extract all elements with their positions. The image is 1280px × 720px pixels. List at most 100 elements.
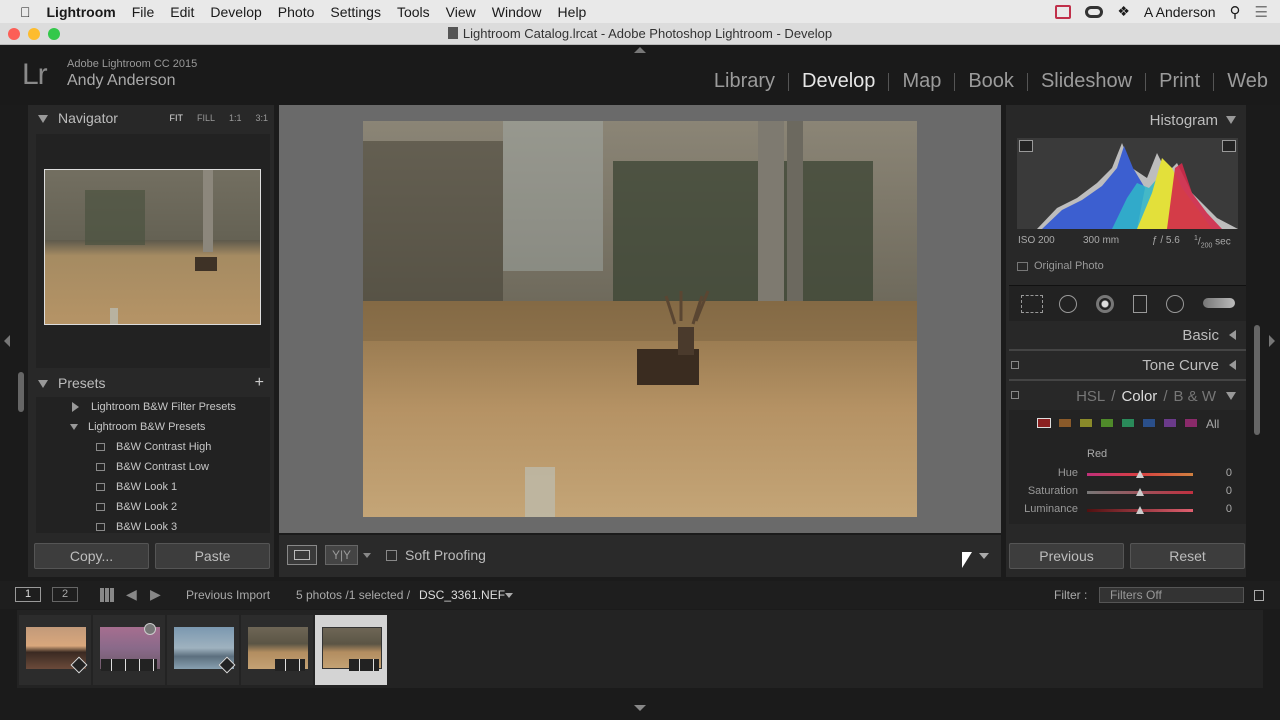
main-window-button[interactable]: 1 — [15, 587, 41, 602]
menu-edit[interactable]: Edit — [170, 4, 194, 20]
menu-app[interactable]: Lightroom — [47, 4, 116, 20]
filename-dropdown-icon[interactable] — [505, 593, 513, 598]
notification-list-icon[interactable]: ☰ — [1255, 3, 1268, 21]
secondary-window-button[interactable]: 2 — [52, 587, 78, 602]
navigator-preview[interactable] — [44, 169, 261, 325]
grid-view-icon[interactable] — [100, 588, 114, 602]
all-colors-button[interactable]: All — [1206, 417, 1219, 431]
reset-button[interactable]: Reset — [1130, 543, 1245, 569]
menu-tools[interactable]: Tools — [397, 4, 430, 20]
calendar-icon[interactable] — [1055, 4, 1072, 19]
module-develop[interactable]: Develop — [789, 70, 888, 93]
dropbox-icon[interactable]: ❖ — [1117, 3, 1130, 20]
source-label[interactable]: Previous Import — [186, 588, 270, 602]
loupe-view-icon[interactable] — [287, 545, 317, 565]
preset-item[interactable]: B&W Look 3 — [36, 517, 270, 533]
user-menu[interactable]: A Anderson — [1144, 4, 1216, 20]
spotlight-search-icon[interactable]: ⚲ — [1230, 3, 1241, 21]
menu-view[interactable]: View — [446, 4, 476, 20]
graduated-filter-icon[interactable] — [1133, 295, 1147, 313]
left-panel-toggle-icon[interactable] — [4, 335, 10, 347]
adjustment-brush-icon[interactable] — [1203, 298, 1235, 308]
module-slideshow[interactable]: Slideshow — [1028, 70, 1145, 93]
filmstrip-thumbnail[interactable] — [167, 615, 239, 685]
original-photo-checkbox[interactable] — [1017, 262, 1028, 271]
preset-item[interactable]: B&W Contrast Low — [36, 457, 270, 477]
module-map[interactable]: Map — [889, 70, 954, 93]
highlight-clipping-icon[interactable] — [1222, 140, 1236, 152]
apple-icon[interactable]:  — [20, 4, 31, 20]
saturation-value[interactable]: 0 — [1226, 485, 1232, 497]
zoom-fill[interactable]: FILL — [197, 113, 215, 123]
color-swatch[interactable] — [1184, 418, 1198, 428]
filter-lock-icon[interactable] — [1254, 590, 1264, 601]
preset-item[interactable]: B&W Look 2 — [36, 497, 270, 517]
left-scrollbar[interactable] — [18, 372, 24, 412]
menu-window[interactable]: Window — [492, 4, 542, 20]
color-swatch[interactable] — [1163, 418, 1177, 428]
copy-button[interactable]: Copy... — [34, 543, 149, 569]
back-arrow-icon[interactable]: ◀ — [126, 586, 137, 603]
hue-slider-thumb[interactable] — [1136, 470, 1144, 478]
crop-tool-icon[interactable] — [1021, 295, 1043, 313]
top-panel-toggle-icon[interactable] — [634, 47, 646, 53]
tab-bw[interactable]: B & W — [1173, 388, 1216, 405]
color-swatch[interactable] — [1121, 418, 1135, 428]
filmstrip-thumbnail[interactable] — [19, 615, 91, 685]
luminance-slider-thumb[interactable] — [1136, 506, 1144, 514]
toolbar-options-icon[interactable] — [979, 553, 989, 559]
menu-file[interactable]: File — [132, 4, 155, 20]
right-scrollbar[interactable] — [1254, 325, 1260, 435]
filmstrip-thumbnail-selected[interactable] — [315, 615, 387, 685]
soft-proofing-checkbox[interactable] — [386, 550, 397, 561]
panel-switch-icon[interactable] — [1011, 391, 1019, 399]
close-button[interactable] — [8, 28, 20, 40]
menu-settings[interactable]: Settings — [330, 4, 381, 20]
panel-switch-icon[interactable] — [1011, 361, 1019, 369]
presets-header[interactable]: Presets + — [28, 370, 274, 396]
selected-filename[interactable]: DSC_3361.NEF — [419, 588, 505, 602]
radial-filter-icon[interactable] — [1166, 295, 1184, 313]
saturation-slider-thumb[interactable] — [1136, 488, 1144, 496]
module-web[interactable]: Web — [1214, 70, 1268, 93]
histogram-header[interactable]: Histogram — [1006, 105, 1246, 135]
shadow-clipping-icon[interactable] — [1019, 140, 1033, 152]
paste-button[interactable]: Paste — [155, 543, 270, 569]
forward-arrow-icon[interactable]: ▶ — [150, 586, 161, 603]
zoom-1-1[interactable]: 1:1 — [229, 113, 242, 123]
menu-help[interactable]: Help — [558, 4, 587, 20]
zoom-button[interactable] — [48, 28, 60, 40]
preset-item[interactable]: B&W Look 1 — [36, 477, 270, 497]
luminance-value[interactable]: 0 — [1226, 503, 1232, 515]
filmstrip-thumbnail[interactable] — [241, 615, 313, 685]
preset-folder[interactable]: Lightroom B&W Presets — [36, 417, 270, 437]
histogram-graph[interactable] — [1017, 138, 1238, 229]
creative-cloud-icon[interactable] — [1085, 5, 1104, 18]
color-swatch[interactable] — [1079, 418, 1093, 428]
color-swatch[interactable] — [1058, 418, 1072, 428]
tab-hsl[interactable]: HSL — [1076, 388, 1105, 405]
before-after-button[interactable]: Y|Y — [325, 545, 358, 565]
zoom-3-1[interactable]: 3:1 — [255, 113, 268, 123]
hsl-panel-header[interactable]: HSL / Color / B & W — [1009, 381, 1246, 411]
spot-removal-tool-icon[interactable] — [1059, 295, 1077, 313]
module-print[interactable]: Print — [1146, 70, 1213, 93]
navigator-header[interactable]: Navigator FIT FILL 1:1 3:1 — [28, 105, 274, 131]
main-photo[interactable] — [363, 121, 917, 517]
tone-curve-panel-header[interactable]: Tone Curve — [1009, 351, 1246, 381]
filmstrip-thumbnail[interactable] — [93, 615, 165, 685]
red-eye-tool-icon[interactable] — [1096, 295, 1114, 313]
basic-panel-header[interactable]: Basic — [1009, 321, 1246, 351]
zoom-fit[interactable]: FIT — [169, 113, 183, 123]
color-swatch[interactable] — [1100, 418, 1114, 428]
color-swatch[interactable] — [1142, 418, 1156, 428]
tab-color[interactable]: Color — [1121, 388, 1157, 405]
bottom-panel-toggle-icon[interactable] — [634, 705, 646, 711]
right-panel-toggle-icon[interactable] — [1269, 335, 1275, 347]
minimize-button[interactable] — [28, 28, 40, 40]
menu-photo[interactable]: Photo — [278, 4, 315, 20]
color-swatch[interactable] — [1037, 418, 1051, 428]
add-preset-icon[interactable]: + — [255, 374, 264, 392]
hue-value[interactable]: 0 — [1226, 467, 1232, 479]
before-after-dropdown-icon[interactable] — [363, 553, 371, 558]
